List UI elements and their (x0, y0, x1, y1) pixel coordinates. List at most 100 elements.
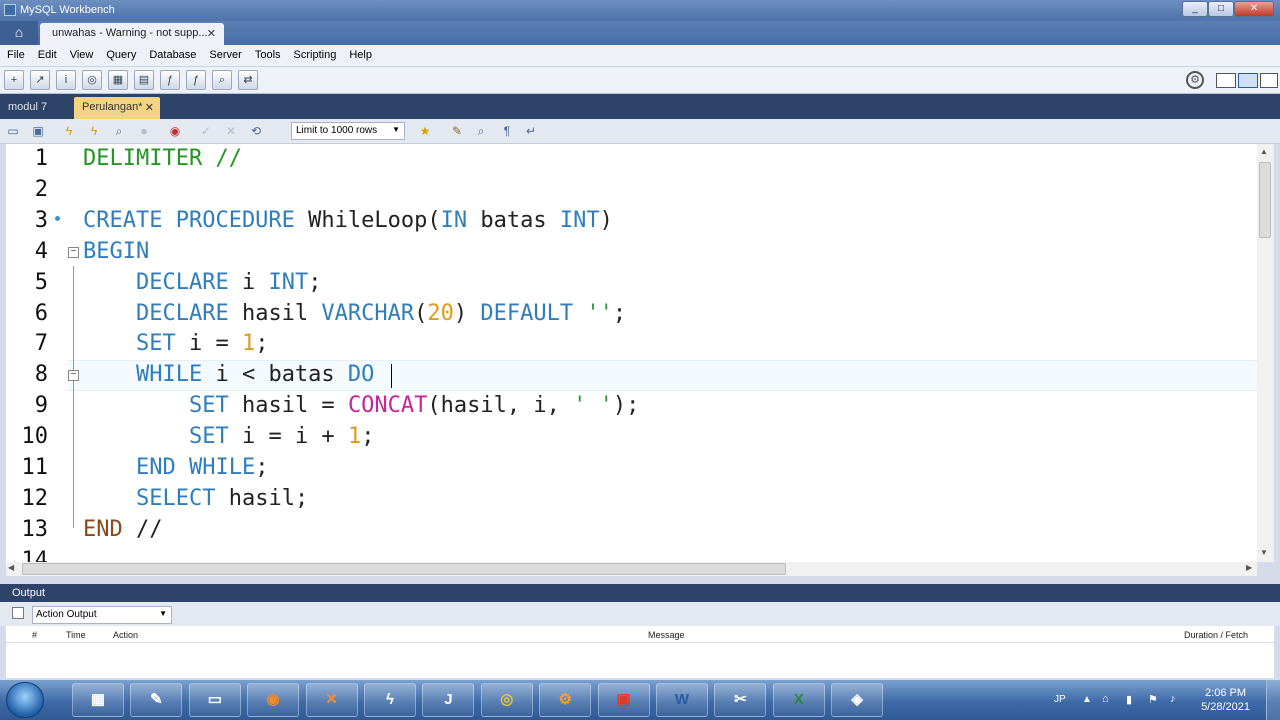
horizontal-scroll-thumb[interactable] (22, 563, 786, 575)
new-sql-tab-icon[interactable]: + (4, 70, 24, 90)
code-line[interactable]: SET i = i + 1; (83, 424, 374, 449)
inspector-icon[interactable]: i (56, 70, 76, 90)
code-line[interactable]: SELECT hasil; (83, 486, 308, 511)
tab-modul-7[interactable]: modul 7 (0, 97, 70, 119)
menu-query[interactable]: Query (99, 45, 142, 61)
toggle-error-icon[interactable]: ◉ (166, 122, 184, 140)
commit-icon[interactable]: ✓ (197, 122, 215, 140)
open-file-icon[interactable]: ▭ (4, 122, 22, 140)
vertical-scroll-thumb[interactable] (1259, 162, 1271, 238)
scroll-down-icon[interactable]: ▼ (1260, 548, 1268, 557)
connection-tab[interactable]: unwahas - Warning - not supp... ✕ (40, 23, 224, 45)
fold-toggle-icon[interactable]: − (68, 247, 79, 258)
toggle-output-icon[interactable] (1238, 73, 1258, 88)
save-icon[interactable]: ▣ (29, 122, 47, 140)
usb-icon[interactable]: ⌂ (1102, 693, 1109, 705)
explain-icon[interactable]: ⌕ (110, 122, 128, 140)
jcreator-icon[interactable]: J (422, 683, 475, 717)
create-table-icon[interactable]: ▦ (108, 70, 128, 90)
code-line[interactable]: DECLARE hasil VARCHAR(20) DEFAULT ''; (83, 301, 626, 326)
menu-edit[interactable]: Edit (31, 45, 63, 61)
settings-icon[interactable]: ⚙ (539, 683, 592, 717)
home-icon[interactable]: ⌂ (0, 21, 38, 45)
rollback-icon[interactable]: ✕ (222, 122, 240, 140)
execute-current-icon[interactable]: ϟ (85, 122, 103, 140)
search-table-icon[interactable]: ⌕ (212, 70, 232, 90)
add-snippet-icon[interactable]: ★ (416, 122, 434, 140)
code-line[interactable]: BEGIN (83, 239, 149, 264)
network-icon[interactable]: ▮ (1126, 693, 1132, 706)
word-icon[interactable]: W (656, 683, 708, 717)
menu-view[interactable]: View (63, 45, 100, 61)
minimize-button[interactable]: _ (1182, 1, 1208, 17)
chrome-icon[interactable]: ◎ (480, 683, 533, 717)
reconnect-icon[interactable]: ⇄ (238, 70, 258, 90)
notes-icon[interactable]: ✎ (130, 683, 183, 717)
close-button[interactable]: ✕ (1234, 1, 1274, 17)
stop-icon[interactable]: ● (135, 122, 153, 140)
code-line[interactable]: END WHILE; (83, 455, 268, 480)
create-view-icon[interactable]: ▤ (134, 70, 154, 90)
create-function-icon[interactable]: ƒ (186, 70, 206, 90)
excel-icon[interactable]: X (772, 683, 825, 717)
col-action[interactable]: Action (113, 630, 138, 640)
code-line[interactable]: CREATE PROCEDURE WhileLoop(IN batas INT) (83, 208, 613, 233)
code-line[interactable]: WHILE i < batas DO (83, 362, 374, 387)
output-type-select[interactable]: Action Output ▼ (32, 606, 172, 624)
tab-perulangan[interactable]: Perulangan* ✕ (74, 97, 160, 119)
menu-database[interactable]: Database (142, 45, 202, 61)
lightning-icon[interactable]: ϟ (364, 683, 416, 717)
fold-toggle-icon[interactable]: − (68, 370, 79, 381)
col-time[interactable]: Time (66, 630, 86, 640)
col-index[interactable]: # (32, 630, 37, 640)
menu-help[interactable]: Help (342, 45, 378, 61)
volume-icon[interactable]: ♪ (1170, 693, 1176, 705)
open-sql-file-icon[interactable]: ↗ (30, 70, 50, 90)
scroll-left-icon[interactable]: ◀ (8, 563, 14, 572)
tray-expand-icon[interactable]: ▲ (1082, 694, 1092, 705)
limit-rows-select[interactable]: Limit to 1000 rows ▼ (291, 122, 405, 140)
wrap-lines-icon[interactable]: ↵ (522, 122, 540, 140)
show-desktop-button[interactable] (1266, 680, 1280, 720)
xampp-icon[interactable]: ✕ (305, 683, 358, 717)
close-tab-icon[interactable]: ✕ (145, 101, 154, 114)
col-duration[interactable]: Duration / Fetch (1184, 630, 1248, 640)
toggle-secondary-sidebar-icon[interactable] (1260, 73, 1278, 88)
horizontal-scrollbar[interactable]: ◀ ▶ (6, 562, 1257, 576)
flag-icon[interactable]: ⚑ (1148, 693, 1158, 706)
office-icon[interactable]: ▣ (597, 683, 650, 717)
firefox-icon[interactable]: ◉ (247, 683, 300, 717)
scroll-right-icon[interactable]: ▶ (1246, 563, 1252, 572)
calc-icon[interactable]: ▦ (72, 683, 124, 717)
menu-scripting[interactable]: Scripting (287, 45, 343, 61)
snipping-icon[interactable]: ✂ (714, 683, 767, 717)
menu-tools[interactable]: Tools (248, 45, 287, 61)
code-line[interactable]: SET hasil = CONCAT(hasil, i, ' '); (83, 393, 639, 418)
beautify-icon[interactable]: ✎ (448, 122, 466, 140)
start-button[interactable] (6, 682, 44, 718)
settings-icon[interactable]: ⚙ (1186, 71, 1204, 89)
code-line[interactable]: END // (83, 517, 163, 542)
clock[interactable]: 2:06 PM 5/28/2021 (1201, 686, 1250, 714)
maximize-button[interactable]: □ (1208, 1, 1234, 17)
execute-icon[interactable]: ϟ (60, 122, 78, 140)
code-line[interactable]: SET i = 1; (83, 331, 268, 356)
col-message[interactable]: Message (648, 630, 685, 640)
workbench-icon[interactable]: ◈ (831, 683, 884, 717)
vertical-scrollbar[interactable]: ▲ ▼ (1257, 144, 1274, 562)
close-tab-icon[interactable]: ✕ (207, 27, 216, 40)
find-icon[interactable]: ⌕ (472, 122, 490, 140)
sql-editor[interactable]: − − 1 2 3 4 5 6 7 8 9 10 11 12 13 14 DELIMITER //CREAT… (6, 144, 1274, 562)
create-schema-icon[interactable]: ◎ (82, 70, 102, 90)
autocommit-icon[interactable]: ⟲ (247, 122, 265, 140)
explorer-icon[interactable]: ▭ (188, 683, 241, 717)
scroll-up-icon[interactable]: ▲ (1260, 147, 1268, 156)
toggle-sidebar-icon[interactable] (1216, 73, 1236, 88)
copy-icon[interactable] (12, 607, 24, 619)
invisible-chars-icon[interactable]: ¶ (498, 122, 516, 140)
create-procedure-icon[interactable]: ƒ (160, 70, 180, 90)
menu-file[interactable]: File (0, 45, 31, 61)
code-line[interactable]: DELIMITER // (83, 146, 242, 171)
menu-server[interactable]: Server (202, 45, 247, 61)
code-line[interactable]: DECLARE i INT; (83, 270, 321, 295)
